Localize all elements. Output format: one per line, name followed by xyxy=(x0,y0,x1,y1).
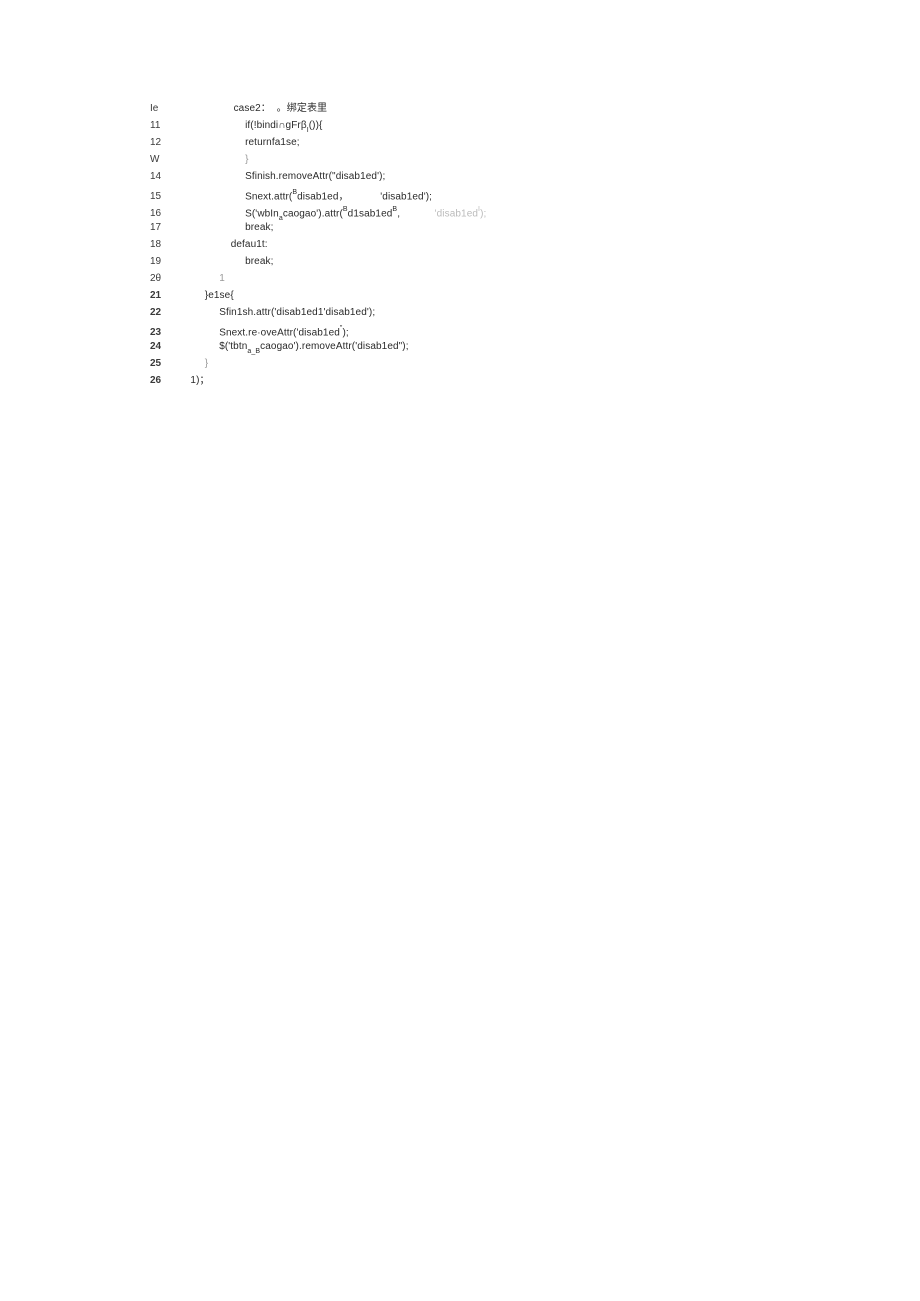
code-line: Ie case2： 。绑定表里 xyxy=(150,100,920,117)
line-number: 2θ xyxy=(150,270,176,287)
code-text: } xyxy=(176,355,208,372)
line-number: 26 xyxy=(150,372,176,389)
code-text: Sfinish.removeAttr("disab1ed'); xyxy=(176,168,385,185)
code-text: }e1se{ xyxy=(176,287,234,304)
code-text: case2： 。绑定表里 xyxy=(176,100,327,117)
line-number: 25 xyxy=(150,355,176,372)
code-text: break; xyxy=(176,219,274,236)
line-number: 17 xyxy=(150,219,176,236)
code-line: 23 Snext.re·oveAttr('disab1ed"); xyxy=(150,321,920,338)
line-number: 11 xyxy=(150,117,176,134)
line-number: 22 xyxy=(150,304,176,321)
code-text: } xyxy=(176,151,249,168)
code-block: Ie case2： 。绑定表里11 if(!bindi∩gFrβI()){12 … xyxy=(150,100,920,389)
code-line: 21 }e1se{ xyxy=(150,287,920,304)
code-line: 2θ 1 xyxy=(150,270,920,287)
code-line: 14 Sfinish.removeAttr("disab1ed'); xyxy=(150,168,920,185)
code-line: 15 Snext.attr(Bdisab1ed， 'disab1ed'); xyxy=(150,185,920,202)
code-line: 11 if(!bindi∩gFrβI()){ xyxy=(150,117,920,134)
line-number: 14 xyxy=(150,168,176,185)
code-line: 18 defau1t: xyxy=(150,236,920,253)
code-text: break; xyxy=(176,253,274,270)
line-number: Ie xyxy=(150,100,176,117)
line-number: 21 xyxy=(150,287,176,304)
line-number: 24 xyxy=(150,338,176,355)
code-line: 17 break; xyxy=(150,219,920,236)
code-text: returnfa1se; xyxy=(176,134,300,151)
code-text: Sfin1sh.attr('disab1ed1'disab1ed'); xyxy=(176,304,375,321)
code-text: $('tbtna_Bcaogao').removeAttr('disab1ed"… xyxy=(176,338,409,359)
line-number: 18 xyxy=(150,236,176,253)
code-line: 12 returnfa1se; xyxy=(150,134,920,151)
code-line: 22 Sfin1sh.attr('disab1ed1'disab1ed'); xyxy=(150,304,920,321)
line-number: 15 xyxy=(150,188,176,205)
code-line: 16 S('wbInacaogao').attr(Bd1sab1edB, 'di… xyxy=(150,202,920,219)
code-text: 1 xyxy=(176,270,225,287)
code-text: defau1t: xyxy=(176,236,268,253)
line-number: W xyxy=(150,151,176,168)
line-number: 12 xyxy=(150,134,176,151)
code-line: 24 $('tbtna_Bcaogao').removeAttr('disab1… xyxy=(150,338,920,355)
code-line: 19 break; xyxy=(150,253,920,270)
code-line: 26 1)； xyxy=(150,372,920,389)
line-number: 19 xyxy=(150,253,176,270)
code-text: 1)； xyxy=(176,372,210,389)
code-line: W } xyxy=(150,151,920,168)
